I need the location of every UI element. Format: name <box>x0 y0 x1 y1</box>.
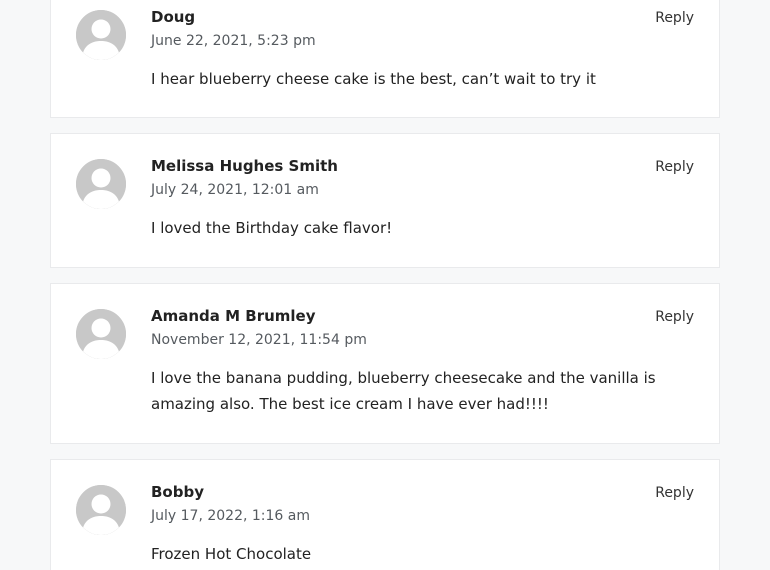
comment-author[interactable]: Melissa Hughes Smith <box>151 156 338 176</box>
comment-author[interactable]: Bobby <box>151 482 204 502</box>
default-user-avatar-icon <box>76 10 126 60</box>
comment-date[interactable]: July 17, 2022, 1:16 am <box>151 506 310 526</box>
comment-text: I loved the Birthday cake flavor! <box>151 219 393 237</box>
default-user-avatar-icon <box>76 309 126 359</box>
comment-date[interactable]: June 22, 2021, 5:23 pm <box>151 31 316 51</box>
comment-text: I love the banana pudding, blueberry che… <box>151 369 656 413</box>
comment-date[interactable]: November 12, 2021, 11:54 pm <box>151 330 367 350</box>
comment-author[interactable]: Amanda M Brumley <box>151 306 316 326</box>
comment-card: Bobby July 17, 2022, 1:16 am Reply Froze… <box>50 459 720 570</box>
comment-date[interactable]: July 24, 2021, 12:01 am <box>151 180 319 200</box>
default-user-avatar-icon <box>76 485 126 535</box>
comment-card: Amanda M Brumley November 12, 2021, 11:5… <box>50 283 720 444</box>
comment-text: I hear blueberry cheese cake is the best… <box>151 70 596 88</box>
default-user-avatar-icon <box>76 159 126 209</box>
reply-link[interactable]: Reply <box>655 483 694 503</box>
comment-card: Melissa Hughes Smith July 24, 2021, 12:0… <box>50 133 720 268</box>
reply-link[interactable]: Reply <box>655 307 694 327</box>
reply-link[interactable]: Reply <box>655 8 694 28</box>
comment-card: Doug June 22, 2021, 5:23 pm Reply I hear… <box>50 0 720 118</box>
comment-text: Frozen Hot Chocolate <box>151 545 312 563</box>
comment-list: Doug June 22, 2021, 5:23 pm Reply I hear… <box>0 0 770 570</box>
comment-author[interactable]: Doug <box>151 7 195 27</box>
reply-link[interactable]: Reply <box>655 157 694 177</box>
